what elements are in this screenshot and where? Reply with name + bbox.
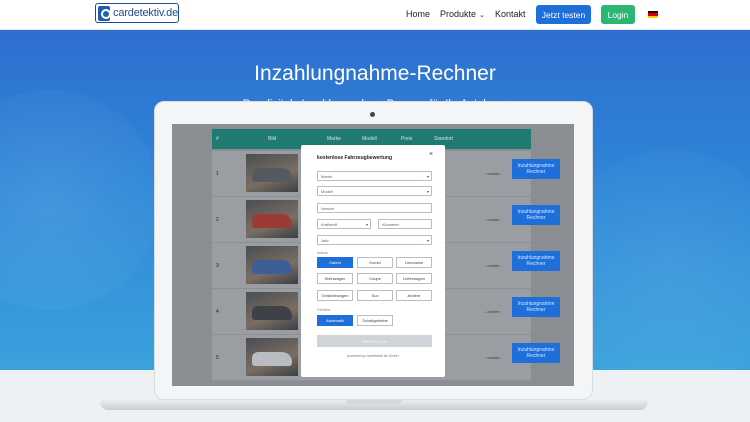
car-image: [246, 338, 298, 376]
table-header-cell: Standort: [434, 136, 453, 142]
chevron-down-icon: ▾: [426, 174, 429, 179]
modal-title: kostenlose Fahrzeugbewertung: [317, 155, 393, 161]
row-location: ...orchen: [484, 355, 500, 360]
car-image: [246, 292, 298, 330]
row-number: 3: [216, 263, 219, 269]
chevron-down-icon: ▾: [365, 222, 368, 227]
version-input[interactable]: Version: [317, 203, 432, 213]
row-number: 2: [216, 217, 219, 223]
aufbau-option-gelaendewagen[interactable]: Geländewagen: [317, 290, 353, 301]
modell-select[interactable]: Modell ▾: [317, 186, 432, 196]
table-header-cell: Modell: [362, 136, 377, 142]
top-navbar: cardetektiv.de Home Produkte ⌄ Kontakt Je…: [0, 0, 750, 30]
aufbau-option-coupe[interactable]: Coupe: [357, 273, 393, 284]
car-image: [246, 200, 298, 238]
nav-link-produkte[interactable]: Produkte ⌄: [440, 9, 485, 19]
close-icon[interactable]: ×: [429, 151, 433, 158]
jahr-select[interactable]: Jahr ▾: [317, 235, 432, 245]
inzahlungnahme-rechner-button[interactable]: Inzahlungnahme Rechner: [512, 251, 560, 271]
row-location: ...orchen: [484, 263, 500, 268]
table-header-cell: #: [216, 136, 219, 142]
row-location: ...orchen: [484, 217, 500, 222]
logo[interactable]: cardetektiv.de: [95, 3, 179, 23]
modell-select-label: Modell: [321, 189, 333, 194]
aufbau-option-kombi[interactable]: Kombi: [357, 257, 393, 268]
marke-select-label: Marke: [321, 174, 333, 179]
nav-link-home[interactable]: Home: [406, 9, 430, 19]
login-button[interactable]: Login: [601, 5, 635, 24]
row-location: ...orchen: [484, 171, 500, 176]
hero-title: Inzahlungnahme-Rechner: [254, 62, 496, 85]
getriebe-option-automatik[interactable]: Automatik: [317, 315, 353, 326]
submit-button[interactable]: WEITER ZUM: [317, 335, 432, 347]
aufbau-label: Aufbau: [317, 251, 329, 255]
row-number: 1: [216, 171, 219, 177]
row-location: ...orchen: [484, 309, 500, 314]
chevron-down-icon: ⌄: [479, 12, 485, 19]
kraftstoff-select-label: Kraftstoff: [321, 222, 337, 227]
aufbau-option-cabrio[interactable]: Cabrio: [317, 257, 353, 268]
jahr-select-label: Jahr: [321, 238, 329, 243]
kilometer-input-placeholder: Kilometer: [382, 222, 399, 227]
hero-background-decoration: [0, 90, 160, 310]
german-flag-icon[interactable]: [648, 11, 658, 18]
getriebe-label: Getriebe: [317, 308, 331, 312]
aufbau-option-limousine[interactable]: Limousine: [396, 257, 432, 268]
camera-icon: [370, 112, 375, 117]
marke-select[interactable]: Marke ▾: [317, 171, 432, 181]
nav-link-kontakt[interactable]: Kontakt: [495, 9, 526, 19]
laptop-screen: # Bild Marke Modell Preis Standort 1 ...…: [172, 124, 574, 386]
aufbau-option-andere[interactable]: Andere: [396, 290, 432, 301]
aufbau-option-kleinwagen[interactable]: Kleinwagen: [317, 273, 353, 284]
version-input-placeholder: Version: [321, 206, 335, 211]
aufbau-option-lieferwagen[interactable]: Lieferwagen: [396, 273, 432, 284]
logo-magnifier-icon: [98, 5, 112, 21]
vehicle-valuation-modal: kostenlose Fahrzeugbewertung × Marke ▾ Mo…: [301, 145, 445, 377]
laptop-notch: [346, 400, 402, 404]
chevron-down-icon: ▾: [426, 189, 429, 194]
getriebe-option-schaltgetriebe[interactable]: Schaltgetriebe: [357, 315, 393, 326]
aufbau-option-suv[interactable]: Suv: [357, 290, 393, 301]
row-number: 4: [216, 309, 219, 315]
table-header-cell: Bild: [268, 136, 277, 142]
inzahlungnahme-rechner-button[interactable]: Inzahlungnahme Rechner: [512, 343, 560, 363]
powered-by-text: powered by cardetektiv.de GmbH: [347, 354, 399, 358]
table-header-cell: Preis: [401, 136, 413, 142]
row-number: 5: [216, 355, 219, 361]
chevron-down-icon: ▾: [426, 238, 429, 243]
car-image: [246, 154, 298, 192]
car-image: [246, 246, 298, 284]
inzahlungnahme-rechner-button[interactable]: Inzahlungnahme Rechner: [512, 159, 560, 179]
nav-link-produkte-label: Produkte: [440, 9, 477, 19]
inzahlungnahme-rechner-button[interactable]: Inzahlungnahme Rechner: [512, 297, 560, 317]
kilometer-input[interactable]: Kilometer: [378, 219, 432, 229]
table-header-cell: Marke: [327, 136, 341, 142]
kraftstoff-select[interactable]: Kraftstoff ▾: [317, 219, 371, 229]
inzahlungnahme-rechner-button[interactable]: Inzahlungnahme Rechner: [512, 205, 560, 225]
logo-text: cardetektiv.de: [113, 7, 178, 19]
jetzt-testen-button[interactable]: Jetzt testen: [536, 5, 591, 24]
